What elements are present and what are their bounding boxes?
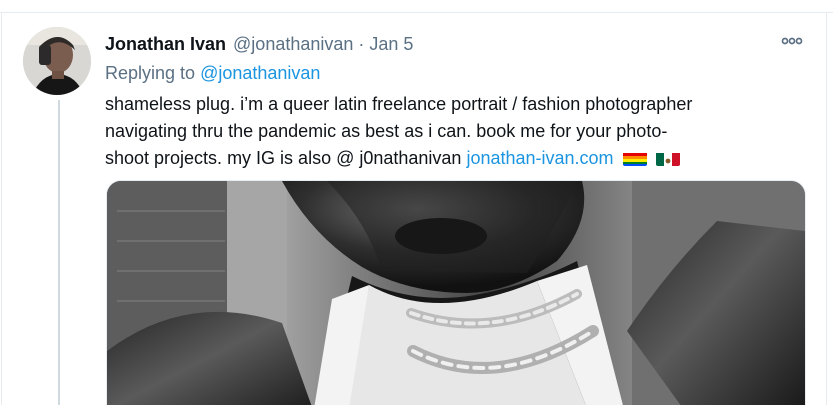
mexico-flag-shape bbox=[655, 153, 680, 166]
mexico-flag-icon bbox=[655, 150, 680, 166]
tweet-header: Jonathan Ivan @jonathanivan · Jan 5 bbox=[105, 32, 413, 56]
tweet-text-segment: shoot projects. my IG is also @ j0nathan… bbox=[105, 148, 467, 168]
more-options-button[interactable] bbox=[781, 34, 803, 48]
top-divider bbox=[0, 12, 833, 13]
tweet-text: shameless plug. i’m a queer latin freela… bbox=[105, 91, 785, 172]
replying-label: Replying to bbox=[105, 63, 201, 83]
rainbow-flag-icon bbox=[622, 150, 647, 166]
tweet-text-line: shoot projects. my IG is also @ j0nathan… bbox=[105, 145, 785, 172]
replying-to-handle[interactable]: @jonathanivan bbox=[200, 63, 320, 83]
avatar-photo-icon bbox=[23, 27, 91, 95]
left-divider bbox=[1, 12, 2, 405]
tweet-text-line: navigating thru the pandemic as best as … bbox=[105, 121, 668, 141]
replying-to: Replying to @jonathanivan bbox=[105, 61, 320, 85]
tweet-date[interactable]: Jan 5 bbox=[369, 32, 413, 56]
author-handle[interactable]: @jonathanivan bbox=[233, 32, 353, 56]
more-horizontal-icon bbox=[781, 37, 803, 45]
tweet-card[interactable]: Jonathan Ivan @jonathanivan · Jan 5 Repl… bbox=[0, 0, 833, 405]
tweet-text-line: shameless plug. i’m a queer latin freela… bbox=[105, 94, 693, 114]
portrait-photo-icon bbox=[107, 181, 805, 405]
header-separator: · bbox=[358, 34, 365, 54]
website-link[interactable]: jonathan-ivan.com bbox=[466, 148, 613, 168]
author-avatar[interactable] bbox=[23, 27, 91, 95]
right-divider bbox=[826, 12, 827, 405]
rainbow-flag-shape bbox=[622, 153, 647, 166]
reply-thread-line bbox=[58, 100, 60, 405]
tweet-image[interactable] bbox=[106, 180, 806, 405]
author-name[interactable]: Jonathan Ivan bbox=[105, 32, 226, 56]
